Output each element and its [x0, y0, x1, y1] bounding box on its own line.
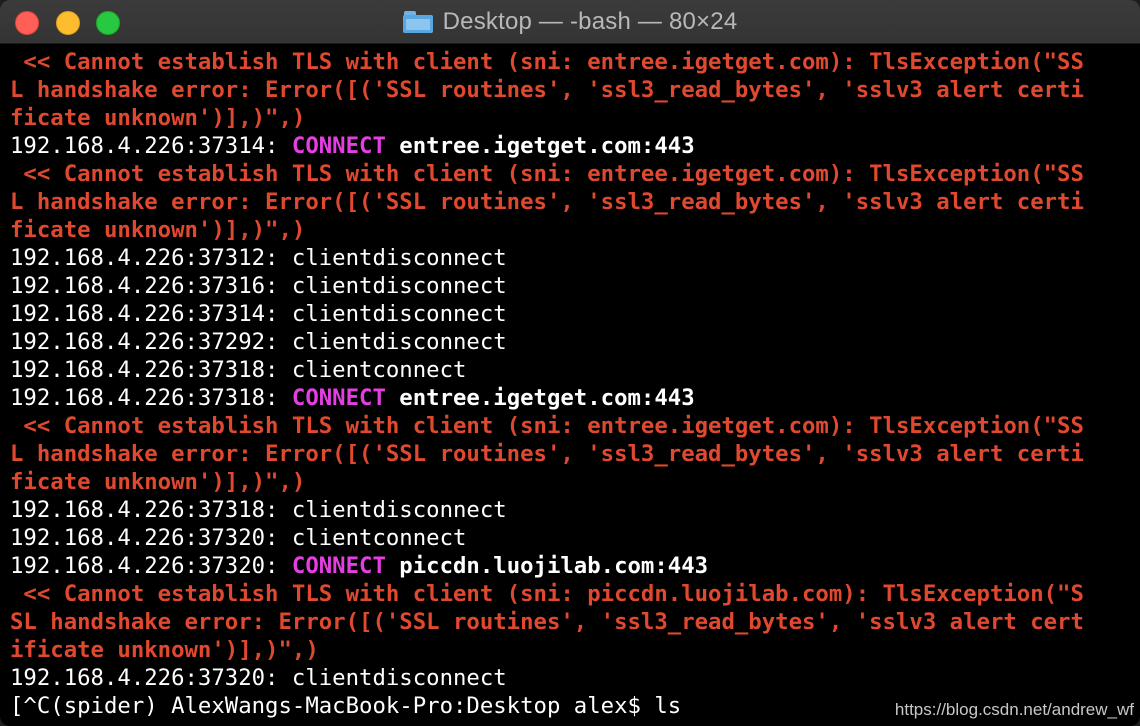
window-title-text: Desktop — -bash — 80×24 [442, 8, 738, 35]
terminal-line-error: SL handshake error: Error([('SSL routine… [10, 609, 1084, 635]
terminal-line: 192.168.4.226:37318: clientconnect [10, 357, 467, 383]
terminal-line-connect: 192.168.4.226:37318: CONNECT entree.iget… [10, 384, 1140, 412]
terminal-line-connect: 192.168.4.226:37320: CONNECT piccdn.luoj… [10, 552, 1140, 580]
connect-host: piccdn.luojilab.com:443 [385, 553, 709, 579]
terminal-line-error: ificate unknown')],)",) [10, 637, 319, 663]
terminal-line: 192.168.4.226:37320: clientdisconnect [10, 665, 507, 691]
connect-host: entree.igetget.com:443 [385, 385, 695, 411]
terminal-line-error: L handshake error: Error([('SSL routines… [10, 189, 1084, 215]
terminal-line-error: << Cannot establish TLS with client (sni… [10, 413, 1084, 439]
client-address: 192.168.4.226:37318: [10, 385, 292, 411]
terminal-line: 192.168.4.226:37320: clientconnect [10, 525, 467, 551]
terminal-window: Desktop — -bash — 80×24 << Cannot establ… [0, 0, 1140, 726]
terminal-line-error: L handshake error: Error([('SSL routines… [10, 441, 1084, 467]
terminal-output[interactable]: << Cannot establish TLS with client (sni… [0, 44, 1140, 726]
terminal-line: 192.168.4.226:37312: clientdisconnect [10, 245, 507, 271]
terminal-line: 192.168.4.226:37292: clientdisconnect [10, 329, 507, 355]
terminal-line-error: << Cannot establish TLS with client (sni… [10, 581, 1084, 607]
client-address: 192.168.4.226:37320: [10, 553, 292, 579]
connect-verb: CONNECT [291, 133, 386, 159]
watermark: https://blog.csdn.net/andrew_wf [894, 700, 1134, 719]
terminal-line-error: L handshake error: Error([('SSL routines… [10, 77, 1084, 103]
client-address: 192.168.4.226:37314: [10, 133, 292, 159]
connect-host: entree.igetget.com:443 [385, 133, 695, 159]
terminal-line-error: ficate unknown')],)",) [10, 105, 306, 131]
terminal-line: 192.168.4.226:37314: clientdisconnect [10, 301, 507, 327]
terminal-line-error: ficate unknown')],)",) [10, 217, 306, 243]
connect-verb: CONNECT [291, 553, 386, 579]
connect-verb: CONNECT [291, 385, 386, 411]
title-bar[interactable]: Desktop — -bash — 80×24 [0, 0, 1140, 44]
terminal-line-connect: 192.168.4.226:37314: CONNECT entree.iget… [10, 132, 1140, 160]
terminal-line-error: ficate unknown')],)",) [10, 469, 306, 495]
folder-icon [402, 11, 433, 33]
terminal-line: 192.168.4.226:37316: clientdisconnect [10, 273, 507, 299]
terminal-line: 192.168.4.226:37318: clientdisconnect [10, 497, 507, 523]
terminal-line-error: << Cannot establish TLS with client (sni… [10, 49, 1084, 75]
terminal-line-error: << Cannot establish TLS with client (sni… [10, 161, 1084, 187]
window-title: Desktop — -bash — 80×24 [0, 0, 1140, 44]
